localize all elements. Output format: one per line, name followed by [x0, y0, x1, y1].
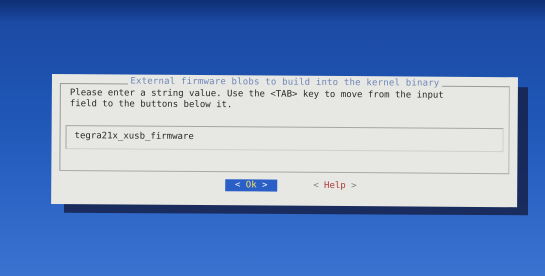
ok-button-left-bracket: <	[234, 180, 246, 191]
string-value-input[interactable]: tegra21x_xusb_firmware	[65, 125, 504, 153]
ok-button[interactable]: < Ok >	[225, 179, 278, 192]
ok-button-label: Ok	[245, 180, 257, 191]
prompt-line-2: field to the buttons below it.	[69, 99, 233, 111]
terminal-screen: External firmware blobs to build into th…	[0, 0, 545, 276]
dialog-prompt: Please enter a string value. Use the <TA…	[70, 88, 510, 113]
ok-button-right-bracket: >	[256, 180, 268, 191]
help-button[interactable]: < Help >	[313, 180, 356, 192]
help-button-left-bracket: <	[313, 180, 325, 191]
string-input-dialog: External firmware blobs to build into th…	[51, 74, 518, 208]
string-value-text[interactable]: tegra21x_xusb_firmware	[75, 131, 194, 142]
help-button-label: Help	[324, 180, 346, 192]
screen-top-shade	[0, 0, 545, 22]
help-button-right-bracket: >	[345, 181, 357, 192]
